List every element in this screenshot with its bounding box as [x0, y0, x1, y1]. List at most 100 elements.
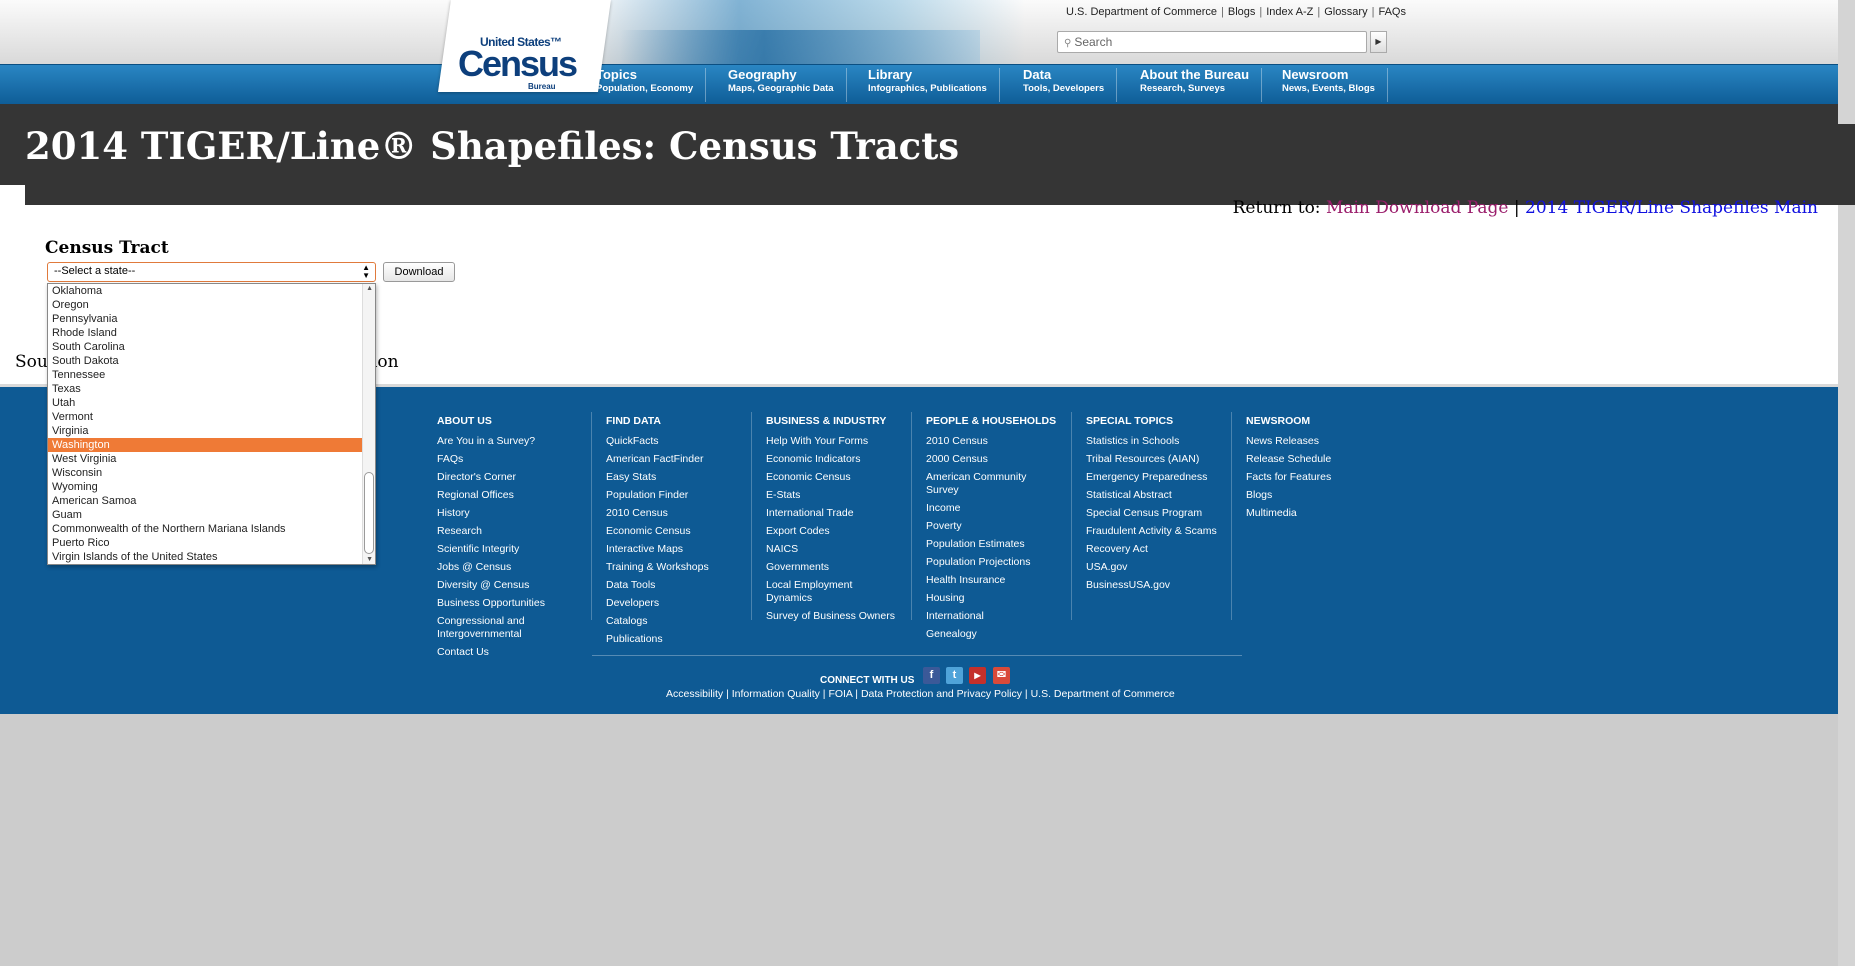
util-link-glossary[interactable]: Glossary	[1324, 6, 1367, 18]
footer-link[interactable]: E-Stats	[766, 489, 906, 502]
footer-link[interactable]: BusinessUSA.gov	[1086, 579, 1236, 592]
util-link-faqs[interactable]: FAQs	[1378, 6, 1406, 18]
footer-link[interactable]: Release Schedule	[1246, 453, 1366, 466]
footer-link[interactable]: Catalogs	[606, 615, 746, 628]
dropdown-option-selected[interactable]: Washington	[48, 438, 375, 452]
youtube-icon[interactable]: ▶	[969, 667, 986, 684]
footer-link[interactable]: Developers	[606, 597, 746, 610]
footer-link[interactable]: Interactive Maps	[606, 543, 746, 556]
commerce-link[interactable]: U.S. Department of Commerce	[1031, 688, 1175, 700]
state-select[interactable]: --Select a state-- ▲ ▼	[47, 262, 376, 282]
footer-link[interactable]: Help With Your Forms	[766, 435, 906, 448]
dropdown-option[interactable]: Guam	[48, 508, 375, 522]
footer-link[interactable]: USA.gov	[1086, 561, 1236, 574]
footer-link[interactable]: Director's Corner	[437, 471, 587, 484]
dropdown-option[interactable]: Texas	[48, 382, 375, 396]
footer-link[interactable]: Diversity @ Census	[437, 579, 587, 592]
footer-link[interactable]: Local Employment Dynamics	[766, 579, 866, 605]
search-input[interactable]: ⚲ Search	[1057, 31, 1367, 53]
scroll-down-icon[interactable]: ▼	[366, 556, 373, 563]
dropdown-scrollbar[interactable]: ▲ ▼	[362, 284, 375, 564]
footer-link[interactable]: Training & Workshops	[606, 561, 746, 574]
dropdown-option[interactable]: Oklahoma	[48, 284, 375, 298]
dropdown-option[interactable]: Pennsylvania	[48, 312, 375, 326]
dropdown-option[interactable]: Vermont	[48, 410, 375, 424]
footer-link[interactable]: Economic Census	[766, 471, 906, 484]
footer-link[interactable]: Jobs @ Census	[437, 561, 587, 574]
footer-link[interactable]: Governments	[766, 561, 906, 574]
dropdown-option[interactable]: West Virginia	[48, 452, 375, 466]
census-logo[interactable]: United States™ Census Bureau	[450, 20, 600, 91]
footer-link[interactable]: Publications	[606, 633, 746, 646]
scroll-up-icon[interactable]: ▲	[366, 285, 373, 292]
footer-link[interactable]: QuickFacts	[606, 435, 746, 448]
footer-link[interactable]: Special Census Program	[1086, 507, 1236, 520]
nav-geography[interactable]: Geography Maps, Geographic Data	[728, 68, 847, 102]
facebook-icon[interactable]: f	[923, 667, 940, 684]
footer-link[interactable]: 2000 Census	[926, 453, 1036, 466]
footer-link[interactable]: Statistical Abstract	[1086, 489, 1236, 502]
footer-link[interactable]: 2010 Census	[606, 507, 746, 520]
footer-link[interactable]: Regional Offices	[437, 489, 587, 502]
footer-link[interactable]: Congressional and Intergovernmental	[437, 615, 537, 641]
footer-link[interactable]: Research	[437, 525, 587, 538]
nav-about[interactable]: About the Bureau Research, Surveys	[1140, 68, 1263, 102]
util-link-blogs[interactable]: Blogs	[1228, 6, 1256, 18]
nav-newsroom[interactable]: Newsroom News, Events, Blogs	[1282, 68, 1388, 102]
footer-link[interactable]: International	[926, 610, 1036, 623]
util-link-commerce[interactable]: U.S. Department of Commerce	[1066, 6, 1217, 18]
footer-link[interactable]: Statistics in Schools	[1086, 435, 1236, 448]
footer-link[interactable]: Poverty	[926, 520, 1036, 533]
footer-link[interactable]: NAICS	[766, 543, 906, 556]
footer-link[interactable]: International Trade	[766, 507, 906, 520]
footer-link[interactable]: History	[437, 507, 587, 520]
dropdown-option[interactable]: Commonwealth of the Northern Mariana Isl…	[48, 522, 375, 536]
state-dropdown-list[interactable]: Oklahoma Oregon Pennsylvania Rhode Islan…	[47, 283, 376, 565]
dropdown-option[interactable]: Virgin Islands of the United States	[48, 550, 375, 564]
footer-link[interactable]: Population Projections	[926, 556, 1036, 569]
footer-link[interactable]: Health Insurance	[926, 574, 1036, 587]
dropdown-option[interactable]: Virginia	[48, 424, 375, 438]
twitter-icon[interactable]: t	[946, 667, 963, 684]
footer-link[interactable]: American FactFinder	[606, 453, 746, 466]
dropdown-option[interactable]: Puerto Rico	[48, 536, 375, 550]
dropdown-option[interactable]: South Carolina	[48, 340, 375, 354]
footer-link[interactable]: Multimedia	[1246, 507, 1366, 520]
footer-link[interactable]: Emergency Preparedness	[1086, 471, 1236, 484]
footer-link[interactable]: 2010 Census	[926, 435, 1036, 448]
footer-link[interactable]: Are You in a Survey?	[437, 435, 587, 448]
dropdown-option[interactable]: Oregon	[48, 298, 375, 312]
footer-link[interactable]: Population Finder	[606, 489, 746, 502]
dropdown-option[interactable]: South Dakota	[48, 354, 375, 368]
footer-link[interactable]: Genealogy	[926, 628, 1036, 641]
nav-topics[interactable]: Topics Population, Economy	[596, 68, 707, 102]
footer-link[interactable]: Population Estimates	[926, 538, 1036, 551]
dropdown-option[interactable]: American Samoa	[48, 494, 375, 508]
footer-link[interactable]: Export Codes	[766, 525, 906, 538]
footer-link[interactable]: Income	[926, 502, 1036, 515]
footer-link[interactable]: American Community Survey	[926, 471, 1036, 497]
nav-library[interactable]: Library Infographics, Publications	[868, 68, 1000, 102]
dropdown-option[interactable]: Rhode Island	[48, 326, 375, 340]
footer-link[interactable]: Economic Indicators	[766, 453, 906, 466]
dropdown-option[interactable]: Tennessee	[48, 368, 375, 382]
tiger-main-link[interactable]: 2014 TIGER/Line Shapefiles Main	[1525, 198, 1818, 218]
footer-link[interactable]: News Releases	[1246, 435, 1366, 448]
footer-link[interactable]: Facts for Features	[1246, 471, 1366, 484]
footer-link[interactable]: Scientific Integrity	[437, 543, 587, 556]
footer-link[interactable]: Data Tools	[606, 579, 746, 592]
footer-link[interactable]: Economic Census	[606, 525, 746, 538]
footer-link[interactable]: Business Opportunities	[437, 597, 587, 610]
main-download-page-link[interactable]: Main Download Page	[1326, 198, 1509, 218]
dropdown-option[interactable]: Wyoming	[48, 480, 375, 494]
dropdown-option[interactable]: Utah	[48, 396, 375, 410]
footer-link[interactable]: Survey of Business Owners	[766, 610, 906, 623]
dropdown-scroll-thumb[interactable]	[364, 472, 374, 554]
information-quality-link[interactable]: Information Quality	[732, 688, 820, 700]
util-link-index[interactable]: Index A-Z	[1266, 6, 1313, 18]
download-button[interactable]: Download	[383, 262, 455, 282]
privacy-policy-link[interactable]: Data Protection and Privacy Policy	[861, 688, 1022, 700]
footer-link[interactable]: Contact Us	[437, 646, 587, 659]
footer-link[interactable]: Fraudulent Activity & Scams	[1086, 525, 1236, 538]
footer-link[interactable]: Recovery Act	[1086, 543, 1236, 556]
